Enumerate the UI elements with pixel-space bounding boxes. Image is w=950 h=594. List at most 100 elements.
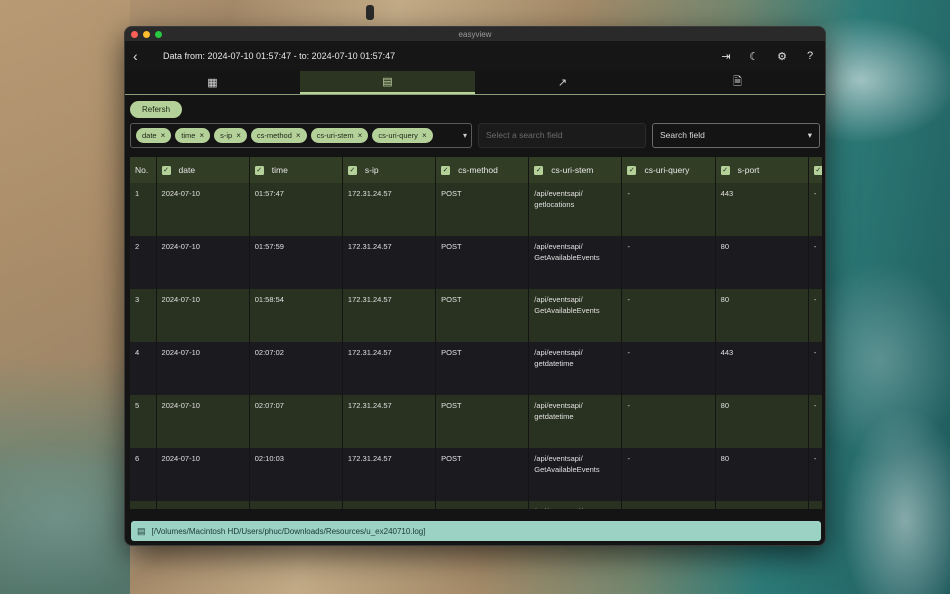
cell-text: - — [627, 454, 630, 463]
column-header-label: cs-uri-stem — [551, 164, 594, 175]
cell-text: 172.31.24.57 — [347, 348, 392, 357]
close-icon[interactable]: × — [199, 131, 204, 140]
cell-text: /api/eventsapi/ — [534, 401, 583, 410]
column-header-cs-uri-stem[interactable]: ✓ cs-uri-stem — [528, 157, 623, 183]
cell-text: 02:35:27 — [255, 507, 337, 509]
tab-file[interactable]: 🗎 — [650, 71, 825, 94]
close-icon[interactable]: × — [236, 131, 241, 140]
column-header-s-ip[interactable]: ✓ s-ip — [342, 157, 437, 183]
beach-sand — [0, 0, 130, 594]
filter-chip-cs-uri-query[interactable]: cs-uri-query × — [372, 127, 433, 143]
cell-text: - — [627, 242, 630, 251]
table-cell: 02:35:27 — [249, 501, 343, 509]
file-icon: 🗎 — [733, 76, 742, 88]
cell-text: - — [813, 242, 817, 251]
table-cell: 2024-07-10 — [156, 395, 250, 448]
table-cell: /api/eventsapi/getdatetime — [528, 395, 623, 448]
help-icon[interactable]: ? — [803, 50, 817, 62]
table-cell: - — [621, 183, 716, 236]
dark-mode-icon[interactable]: ☾ — [747, 50, 761, 63]
filter-chip-time[interactable]: time × — [175, 127, 211, 143]
column-chip-select[interactable]: date × time × s-ip × cs-method × cs-uri-stem × cs-… — [130, 122, 472, 148]
checkbox-checked-icon[interactable]: ✓ — [347, 166, 357, 176]
table-row[interactable]: 1 2024-07-10 01:57:47 172.31.24.57 POST/api/… — [130, 183, 822, 236]
table-row[interactable]: 4 2024-07-10 02:07:02 172.31.24.57 POST/api/… — [130, 342, 822, 395]
filter-chip-date[interactable]: date × — [136, 127, 172, 143]
table-cell: 80 — [715, 448, 809, 501]
tab-dashboard[interactable]: ▦ — [125, 71, 300, 94]
table-row[interactable]: 3 2024-07-10 01:58:54 172.31.24.57 POST/api/… — [130, 289, 822, 342]
chevron-down-icon[interactable]: ▾ — [463, 131, 467, 140]
checkbox-checked-icon[interactable]: ✓ — [627, 166, 637, 176]
table-cell: 443 — [715, 501, 809, 509]
table-cell: - — [621, 289, 716, 342]
table-cell: POST — [435, 183, 530, 236]
search-input[interactable]: Select a search field — [478, 122, 646, 148]
column-header-cs-method[interactable]: ✓ cs-method — [435, 157, 530, 183]
cell-text: 6 — [135, 454, 140, 463]
column-header-label: time — [271, 164, 288, 175]
cell-text: /api/eventsapi/ — [534, 507, 616, 509]
cell-text: - — [627, 189, 630, 198]
table-row[interactable]: 5 2024-07-10 02:07:07 172.31.24.57 POST/api/… — [130, 395, 822, 448]
cell-text: 2024-07-10 — [161, 242, 200, 251]
cell-text: 80 — [720, 295, 730, 304]
cell-text: getlocations — [534, 199, 575, 209]
table-cell: 172.31.24.57 — [342, 501, 437, 509]
checkbox-checked-icon[interactable]: ✓ — [441, 166, 451, 176]
close-icon[interactable]: × — [422, 131, 427, 140]
checkbox-checked-icon[interactable]: ✓ — [254, 166, 264, 176]
column-header-label: date — [178, 164, 196, 175]
table-cell: 2024-07-10 — [156, 501, 250, 509]
cell-text: 443 — [721, 507, 803, 509]
data-table-container[interactable]: No. ✓ date ✓ time ✓ s-ip ✓ cs-method ✓ cs-uri-stem… — [130, 157, 822, 509]
checkbox-checked-icon[interactable]: ✓ — [534, 166, 544, 176]
filter-chip-s-ip[interactable]: s-ip × — [214, 127, 247, 143]
export-icon[interactable]: ⇥ — [719, 50, 733, 63]
close-icon[interactable]: × — [161, 131, 166, 140]
table-cell: 4 — [130, 342, 157, 395]
table-cell: 01:58:54 — [249, 289, 343, 342]
tab-table[interactable]: ▤ — [300, 71, 475, 94]
checkbox-checked-icon[interactable]: ✓ — [161, 166, 171, 176]
cell-text: /api/eventsapi/ — [534, 454, 583, 463]
table-row[interactable]: 6 2024-07-10 02:10:03 172.31.24.57 POST/api/… — [130, 448, 822, 501]
settings-icon[interactable]: ⚙ — [775, 50, 789, 63]
table-cell: 02:07:07 — [249, 395, 343, 448]
toolbar: Refersh — [125, 95, 825, 119]
cell-text: getdatetime — [534, 411, 574, 421]
column-header-label: cs-uri-query — [644, 164, 690, 175]
column-header-cs-uri-query[interactable]: ✓ cs-uri-query — [621, 157, 716, 183]
column-header--[interactable]: ✓- — [808, 157, 822, 183]
chip-label: cs-uri-query — [378, 130, 418, 140]
close-icon[interactable]: × — [296, 131, 301, 140]
checkbox-checked-icon[interactable]: ✓ — [813, 166, 822, 176]
table-row[interactable]: 7 2024-07-10 02:35:27 172.31.24.57 POST/api/… — [130, 501, 822, 509]
cell-text: - — [813, 295, 817, 304]
table-row[interactable]: 2 2024-07-10 01:57:59 172.31.24.57 POST/api/… — [130, 236, 822, 289]
column-header-no[interactable]: No. — [130, 157, 157, 183]
table-cell: - — [621, 236, 716, 289]
search-field-select[interactable]: Search field ▾ — [652, 122, 820, 148]
refresh-button[interactable]: Refersh — [130, 101, 183, 118]
column-header-s-port[interactable]: ✓ s-port — [715, 157, 809, 183]
checkbox-checked-icon[interactable]: ✓ — [720, 166, 730, 176]
filter-chip-cs-uri-stem[interactable]: cs-uri-stem × — [310, 127, 369, 143]
back-arrow-icon[interactable]: ‹ — [133, 48, 151, 64]
data-table: No. ✓ date ✓ time ✓ s-ip ✓ cs-method ✓ cs-uri-stem… — [130, 157, 822, 509]
close-icon[interactable]: × — [358, 131, 363, 140]
column-header-label: cs-method — [458, 164, 498, 175]
column-header-date[interactable]: ✓ date — [156, 157, 250, 183]
table-cell: POST — [435, 448, 530, 501]
table-cell: 172.31.24.57 — [342, 395, 437, 448]
tab-bar: ▦ ▤ ↗ 🗎 — [125, 71, 825, 95]
table-cell: 1 — [130, 183, 157, 236]
tab-chart[interactable]: ↗ — [475, 71, 650, 94]
table-cell: 02:07:02 — [249, 342, 343, 395]
filter-chip-cs-method[interactable]: cs-method × — [250, 127, 307, 143]
table-cell: 2 — [130, 236, 157, 289]
table-cell: /api/eventsapi/GetAvailableEvents — [528, 236, 623, 289]
cell-text: GetAvailableEvents — [534, 305, 600, 315]
table-cell: 172.31.24.57 — [342, 448, 437, 501]
column-header-time[interactable]: ✓ time — [249, 157, 343, 183]
